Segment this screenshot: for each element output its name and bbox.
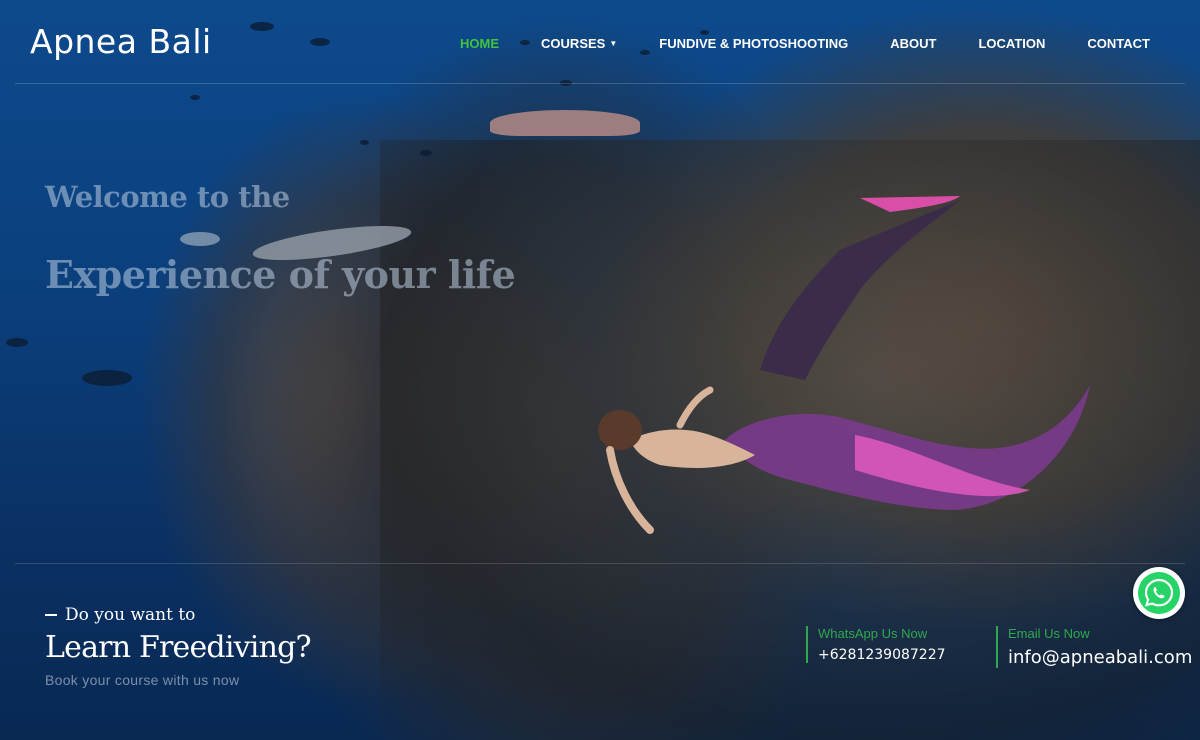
whatsapp-phone-number[interactable]: +6281239087227	[818, 647, 946, 663]
site-logo[interactable]: Apnea Bali	[30, 22, 212, 61]
nav-location[interactable]: LOCATION	[978, 36, 1045, 51]
whatsapp-icon	[1138, 572, 1180, 614]
main-navigation: HOME COURSES ▼ FUNDIVE & PHOTOSHOOTING A…	[460, 36, 1150, 51]
footer-divider	[15, 563, 1185, 564]
hero-heading-line1: Welcome to the	[45, 180, 290, 214]
cta-kicker: Do you want to	[45, 605, 195, 625]
table-coral	[490, 110, 640, 136]
nav-about-label: ABOUT	[890, 36, 937, 51]
fish	[250, 22, 274, 31]
fish	[360, 140, 369, 145]
freediver-figure	[598, 196, 1090, 534]
fish	[420, 150, 432, 156]
email-contact[interactable]: Email Us Now info@apneabali.com	[996, 626, 1192, 668]
header-divider	[15, 83, 1185, 84]
nav-location-label: LOCATION	[978, 36, 1046, 51]
caret-down-icon: ▼	[609, 39, 618, 48]
nav-home[interactable]: HOME	[460, 36, 499, 51]
nav-courses[interactable]: COURSES ▼	[541, 36, 617, 51]
nav-contact[interactable]: CONTACT	[1087, 36, 1150, 51]
nav-contact-label: CONTACT	[1087, 36, 1150, 51]
fish	[82, 370, 132, 386]
nav-courses-label: COURSES	[541, 36, 606, 51]
email-address[interactable]: info@apneabali.com	[1008, 647, 1192, 668]
nav-fundive-label: FUNDIVE & PHOTOSHOOTING	[659, 36, 849, 51]
cta-title: Learn Freediving?	[45, 630, 312, 665]
hero-heading-line2: Experience of your life	[45, 252, 516, 297]
fish	[310, 38, 330, 46]
dash-decoration	[45, 614, 57, 616]
fish	[6, 338, 28, 347]
whatsapp-contact[interactable]: WhatsApp Us Now +6281239087227	[806, 626, 946, 663]
fish	[700, 30, 709, 35]
cta-subtitle: Book your course with us now	[45, 672, 240, 688]
email-contact-label: Email Us Now	[1008, 626, 1090, 641]
nav-fundive-photoshooting[interactable]: FUNDIVE & PHOTOSHOOTING	[659, 36, 848, 51]
fish	[190, 95, 200, 100]
nav-about[interactable]: ABOUT	[890, 36, 936, 51]
cta-kicker-text: Do you want to	[65, 605, 196, 625]
nav-home-label: HOME	[460, 36, 500, 51]
whatsapp-contact-label: WhatsApp Us Now	[818, 626, 928, 641]
whatsapp-float-button[interactable]	[1133, 567, 1185, 619]
fish	[180, 232, 220, 246]
